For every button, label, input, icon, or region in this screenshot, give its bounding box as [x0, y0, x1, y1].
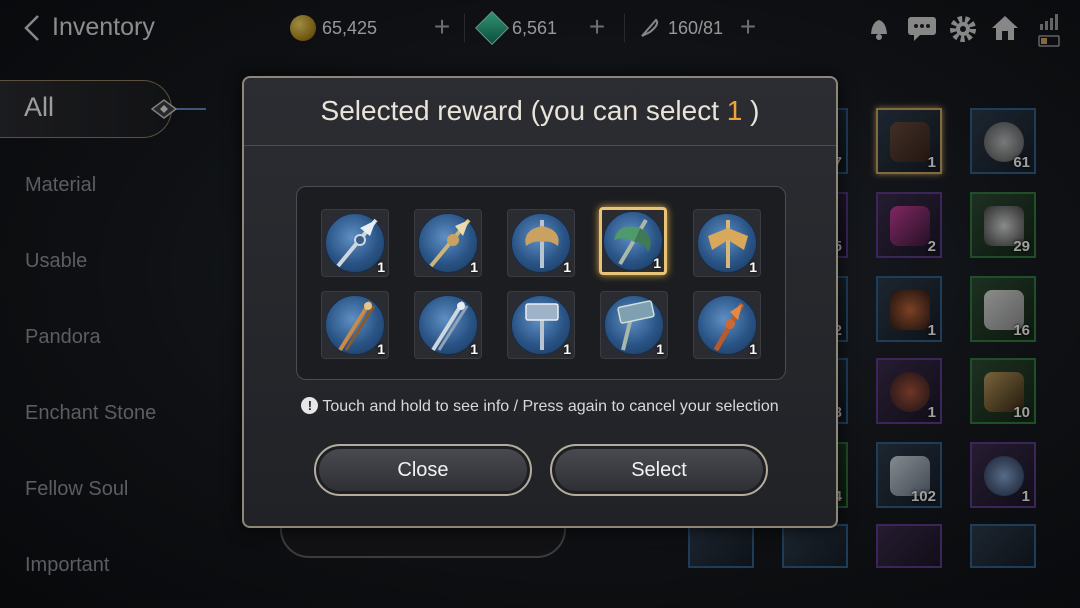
select-button[interactable]: Select [550, 444, 768, 496]
info-icon: ! [301, 397, 319, 414]
reward-count: 1 [470, 341, 478, 357]
reward-item[interactable]: 1 [600, 291, 668, 359]
axe-icon [525, 220, 559, 268]
reward-count: 1 [656, 341, 664, 357]
close-button[interactable]: Close [314, 444, 532, 496]
staff-icon [431, 300, 469, 352]
reward-count: 1 [377, 341, 385, 357]
reward-selection-dialog: Selected reward (you can select 1 ) 1 1 … [242, 76, 838, 528]
reward-item[interactable]: 1 [693, 291, 761, 359]
reward-items-panel: 1 1 1 1 1 1 1 1 1 1 [296, 186, 786, 380]
hint-label: Touch and hold to see info / Press again… [322, 398, 779, 415]
axe-icon [708, 220, 748, 268]
title-prefix: Selected reward (you can select [320, 95, 727, 126]
reward-item[interactable]: 1 [693, 209, 761, 277]
reward-item[interactable]: 1 [321, 209, 389, 277]
reward-count: 1 [749, 259, 757, 275]
reward-item[interactable]: 1 [414, 291, 482, 359]
reward-count: 1 [377, 259, 385, 275]
hammer-icon [525, 303, 559, 350]
reward-item[interactable]: 1 [321, 291, 389, 359]
title-suffix: ) [742, 95, 760, 126]
reward-item[interactable]: 1 [507, 209, 575, 277]
dialog-header: Selected reward (you can select 1 ) [244, 78, 836, 146]
reward-item[interactable]: 1 [414, 209, 482, 277]
staff-icon [338, 300, 376, 352]
spear-icon [713, 302, 745, 352]
reward-count: 1 [563, 259, 571, 275]
reward-count: 1 [653, 255, 661, 271]
reward-count: 1 [749, 341, 757, 357]
reward-count: 1 [563, 341, 571, 357]
spear-icon [429, 218, 471, 268]
spear-icon [336, 218, 378, 268]
reward-count: 1 [470, 259, 478, 275]
reward-item[interactable]: 1 [507, 291, 575, 359]
hammer-icon [617, 300, 655, 351]
dialog-title: Selected reward (you can select 1 ) [244, 95, 836, 127]
reward-item-selected[interactable]: 1 [599, 207, 667, 275]
title-count: 1 [726, 95, 743, 126]
hint-text: ! Touch and hold to see info / Press agai… [244, 397, 836, 416]
